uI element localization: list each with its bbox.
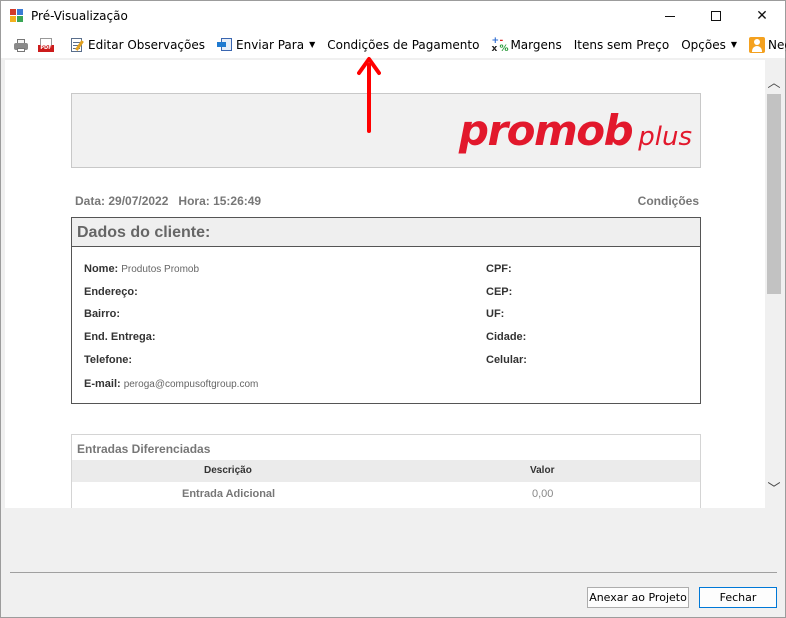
send-to-icon: [217, 37, 233, 53]
items-no-price-button[interactable]: Itens sem Preço: [571, 34, 672, 56]
client-city-field: Cidade:: [486, 331, 527, 343]
column-header-description: Descrição: [204, 465, 252, 476]
payment-conditions-label: Condições de Pagamento: [327, 37, 480, 52]
items-no-price-label: Itens sem Preço: [573, 37, 670, 52]
entries-table-header: Descrição Valor: [72, 460, 700, 482]
annotation-arrow-icon: [357, 57, 381, 133]
toolbar: PDF Editar Observações Enviar Para ▼ Con…: [1, 31, 786, 58]
maximize-button[interactable]: [693, 1, 739, 31]
pdf-icon: PDF: [38, 37, 54, 53]
scroll-down-icon[interactable]: ﹀: [765, 478, 783, 497]
client-uf-field: UF:: [486, 308, 505, 320]
table-row-description: Entrada Adicional: [182, 488, 276, 500]
maximize-icon: [711, 11, 721, 21]
table-row-value: 0,00: [532, 488, 554, 500]
negotiate-label: Negociar: [768, 37, 786, 52]
app-icon: [10, 9, 24, 23]
conditions-text: Condições: [637, 194, 699, 208]
attach-to-project-button[interactable]: Anexar ao Projeto: [587, 587, 689, 608]
promob-logo: promob plus: [458, 106, 692, 155]
client-section-title: Dados do cliente:: [72, 218, 700, 247]
client-delivery-field: End. Entrega:: [84, 331, 156, 343]
entries-section: Entradas Diferenciadas Descrição Valor E…: [71, 434, 701, 508]
options-dropdown[interactable]: Opções ▼: [678, 34, 740, 56]
client-name-field: Nome: Produtos Promob: [84, 263, 200, 275]
close-icon: ✕: [756, 8, 768, 24]
client-district-field: Bairro:: [84, 308, 121, 320]
payment-conditions-button[interactable]: Condições de Pagamento: [324, 34, 482, 56]
document-preview[interactable]: promob plus Data: 29/07/2022 Hora: 15:26:…: [5, 60, 765, 508]
date-time-text: Data: 29/07/2022 Hora: 15:26:49: [75, 194, 262, 208]
printer-icon: [13, 37, 29, 53]
client-data-section: Dados do cliente: Nome: Produtos Promob E…: [71, 217, 701, 404]
margins-label: Margens: [510, 37, 562, 52]
client-cep-field: CEP:: [486, 286, 513, 298]
send-to-label: Enviar Para: [236, 37, 305, 52]
entries-title: Entradas Diferenciadas: [77, 442, 211, 456]
margins-button[interactable]: + - x % Margens: [488, 34, 564, 56]
header-logo-box: promob plus: [71, 93, 701, 168]
minimize-icon: [665, 15, 675, 17]
scroll-up-icon[interactable]: ︿: [765, 72, 783, 91]
negotiate-button[interactable]: Negociar: [746, 34, 786, 56]
preview-window: Pré-Visualização ✕ PDF Editar Observaçõe…: [0, 0, 786, 618]
scrollbar-thumb[interactable]: [767, 94, 781, 294]
edit-notes-label: Editar Observações: [88, 37, 205, 52]
close-window-button[interactable]: ✕: [739, 1, 785, 31]
client-phone-field: Telefone:: [84, 354, 133, 366]
column-header-value: Valor: [530, 465, 555, 476]
client-email-field: E-mail: peroga@compusoftgroup.com: [84, 378, 259, 390]
date-time-row: Data: 29/07/2022 Hora: 15:26:49 Condiçõe…: [75, 194, 699, 210]
footer-divider: [10, 572, 777, 573]
margins-icon: + - x %: [491, 35, 509, 54]
print-button[interactable]: [10, 34, 35, 56]
options-label: Opções: [681, 37, 726, 52]
client-address-field: Endereço:: [84, 286, 138, 298]
edit-notes-button[interactable]: Editar Observações: [66, 34, 208, 56]
client-cpf-field: CPF:: [486, 263, 512, 275]
vertical-scrollbar[interactable]: ︿ ﹀: [765, 60, 783, 508]
window-title: Pré-Visualização: [31, 9, 128, 23]
dropdown-caret-icon: ▼: [730, 40, 738, 49]
negotiate-user-icon: [749, 36, 766, 53]
title-bar: Pré-Visualização ✕: [1, 1, 785, 31]
dropdown-caret-icon: ▼: [309, 40, 316, 49]
client-mobile-field: Celular:: [486, 354, 527, 366]
edit-notes-icon: [69, 37, 85, 53]
send-to-dropdown[interactable]: Enviar Para ▼: [214, 34, 318, 56]
export-pdf-button[interactable]: PDF: [35, 34, 60, 56]
close-button[interactable]: Fechar: [699, 587, 777, 608]
minimize-button[interactable]: [647, 1, 693, 31]
